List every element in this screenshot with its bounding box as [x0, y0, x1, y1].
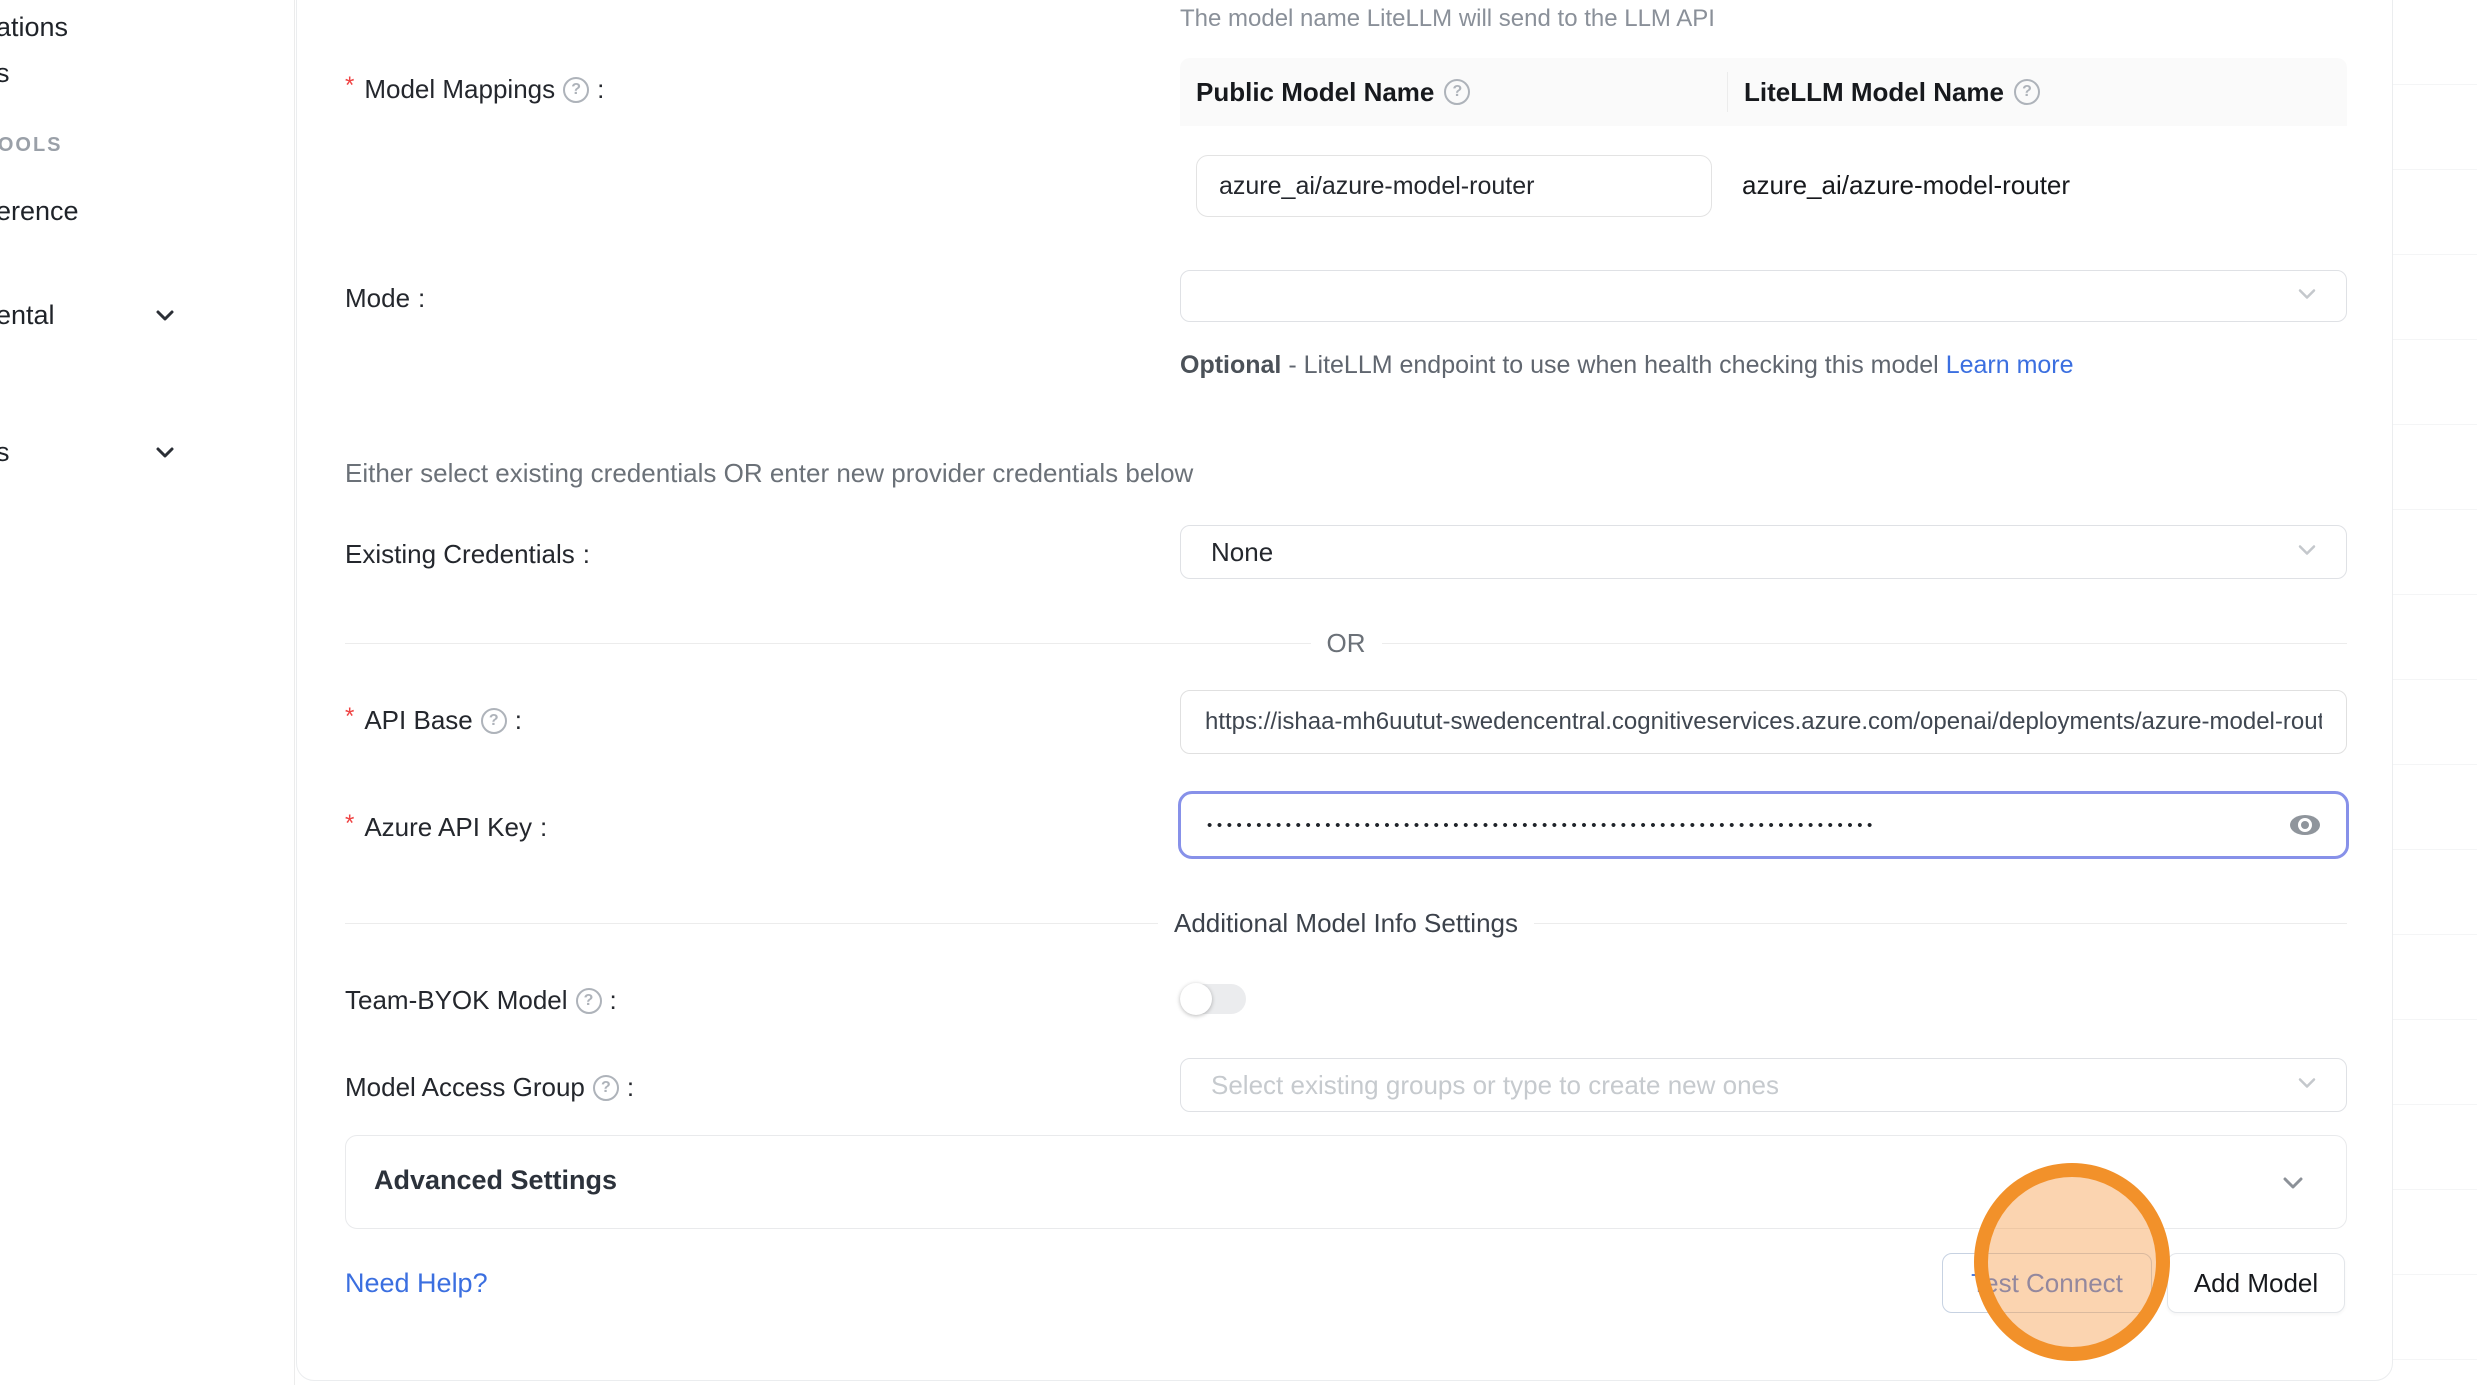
azure-api-key-label: * Azure API Key : [345, 812, 547, 843]
required-asterisk: * [345, 703, 354, 731]
toggle-knob [1180, 983, 1212, 1015]
sidebar-item-label: ations [0, 12, 68, 42]
sidebar-item-label: s [0, 58, 10, 88]
sidebar-item-organizations[interactable]: ations [0, 12, 68, 43]
advanced-settings-panel[interactable]: Advanced Settings [345, 1135, 2347, 1229]
mode-help-text: Optional - LiteLLM endpoint to use when … [1180, 345, 2320, 386]
additional-info-divider: Additional Model Info Settings [345, 908, 2347, 939]
api-base-label: * API Base ? : [345, 705, 522, 736]
mode-label: Mode : [345, 283, 425, 314]
team-byok-toggle[interactable] [1180, 984, 1246, 1014]
question-circle-icon[interactable]: ? [576, 988, 602, 1014]
chevron-down-icon[interactable] [152, 302, 178, 328]
chevron-down-icon [2296, 539, 2318, 566]
add-model-screen: ations s TOOLS erence ental s The model … [0, 0, 2477, 1385]
litellm-model-name-value: azure_ai/azure-model-router [1742, 170, 2070, 201]
existing-credentials-select[interactable]: None [1180, 525, 2347, 579]
model-name-helper-text: The model name LiteLLM will send to the … [1180, 5, 1715, 33]
question-circle-icon[interactable]: ? [563, 77, 589, 103]
sidebar-item-settings[interactable]: s [0, 437, 10, 468]
model-access-group-select[interactable]: Select existing groups or type to create… [1180, 1058, 2347, 1112]
sidebar-section-tools: TOOLS [0, 134, 63, 157]
sidebar-item-inference[interactable]: erence [0, 196, 79, 227]
chevron-down-icon [2296, 1072, 2318, 1099]
advanced-settings-label: Advanced Settings [374, 1165, 617, 1196]
team-byok-label: Team-BYOK Model ? : [345, 985, 617, 1016]
or-divider: OR [345, 628, 2347, 659]
select-placeholder: Select existing groups or type to create… [1181, 1070, 1779, 1101]
sidebar-item-label: ental [0, 300, 55, 330]
column-header-public-model-name: Public Model Name ? [1180, 72, 1728, 112]
add-model-button[interactable]: Add Model [2167, 1253, 2345, 1313]
chevron-down-icon [2296, 283, 2318, 310]
question-circle-icon[interactable]: ? [481, 708, 507, 734]
chevron-down-icon[interactable] [152, 439, 178, 465]
model-mappings-table: Public Model Name ? LiteLLM Model Name ?… [1180, 58, 2347, 282]
public-model-name-input[interactable] [1196, 155, 1712, 217]
sidebar: ations s TOOLS erence ental s [0, 0, 295, 1385]
need-help-link[interactable]: Need Help? [345, 1268, 488, 1299]
background-page-strip [2393, 0, 2477, 1385]
question-circle-icon[interactable]: ? [2014, 79, 2040, 105]
model-access-group-label: Model Access Group ? : [345, 1072, 634, 1103]
required-asterisk: * [345, 72, 354, 100]
question-circle-icon[interactable]: ? [1444, 79, 1470, 105]
existing-credentials-label: Existing Credentials : [345, 539, 590, 570]
learn-more-link[interactable]: Learn more [1946, 351, 2074, 379]
model-mappings-label: * Model Mappings ? : [345, 74, 604, 105]
masked-api-key-value: ••••••••••••••••••••••••••••••••••••••••… [1181, 817, 2241, 834]
table-header-row: Public Model Name ? LiteLLM Model Name ? [1180, 58, 2347, 126]
table-row: azure_ai/azure-model-router [1180, 126, 2347, 282]
chevron-down-icon [2278, 1168, 2308, 1203]
required-asterisk: * [345, 810, 354, 838]
sidebar-item-models[interactable]: s [0, 58, 10, 89]
azure-api-key-input[interactable]: ••••••••••••••••••••••••••••••••••••••••… [1178, 791, 2349, 859]
credentials-note: Either select existing credentials OR en… [345, 458, 1193, 489]
api-base-input[interactable] [1180, 690, 2347, 754]
sidebar-item-label: erence [0, 196, 79, 226]
eye-icon[interactable] [2288, 812, 2322, 838]
sidebar-item-experimental[interactable]: ental [0, 300, 55, 331]
sidebar-item-label: s [0, 437, 10, 467]
mode-select[interactable] [1180, 270, 2347, 322]
test-connect-button[interactable]: Test Connect [1942, 1253, 2152, 1313]
question-circle-icon[interactable]: ? [593, 1075, 619, 1101]
column-header-litellm-model-name: LiteLLM Model Name ? [1728, 77, 2347, 108]
